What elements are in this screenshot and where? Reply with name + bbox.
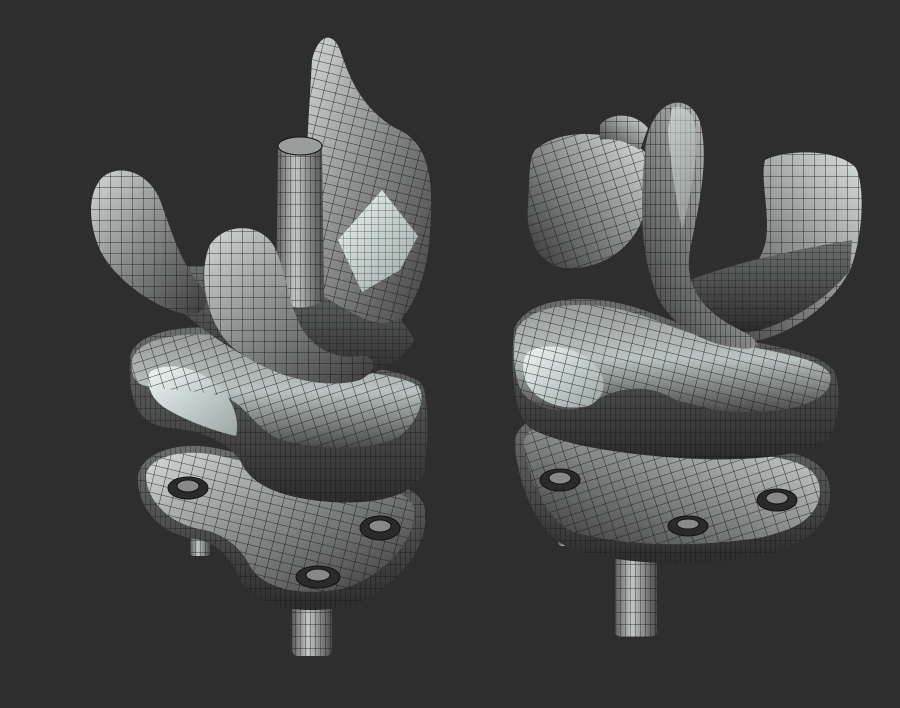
knee-implant-right[interactable] [512,102,862,637]
femoral-component-left [91,37,432,384]
render-canvas [91,37,862,656]
knee-implant-left[interactable] [91,37,432,656]
3d-viewport[interactable] [0,0,900,708]
